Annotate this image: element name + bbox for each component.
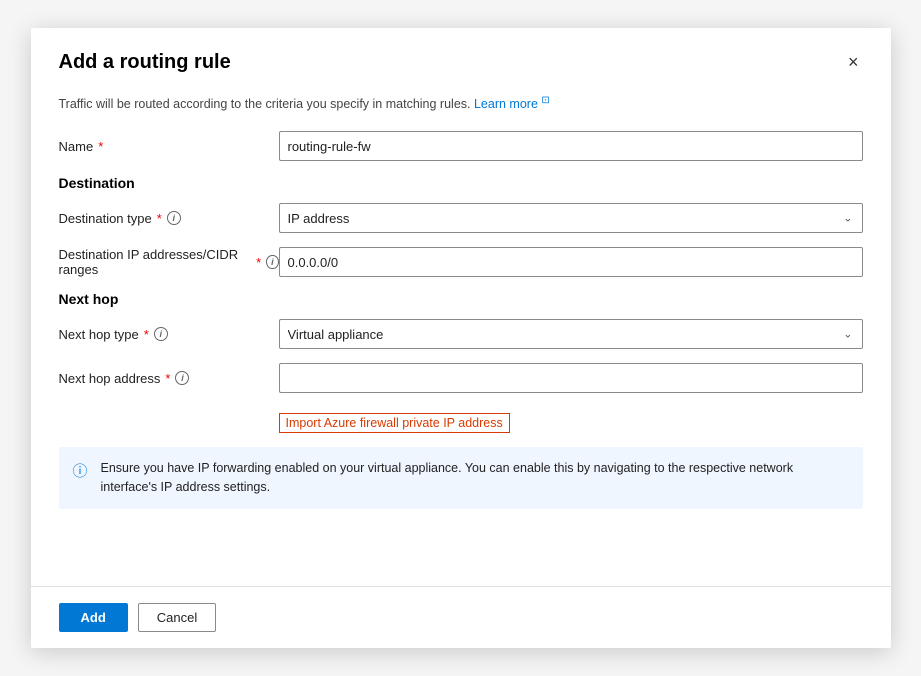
info-banner: ⓘ Ensure you have IP forwarding enabled … — [59, 447, 863, 509]
destination-ip-row: Destination IP addresses/CIDR ranges* i — [59, 247, 863, 277]
cancel-button[interactable]: Cancel — [138, 603, 216, 632]
dialog-header: Add a routing rule × — [31, 28, 891, 77]
next-hop-type-label: Next hop type* i — [59, 327, 279, 342]
destination-ip-input[interactable] — [279, 247, 863, 277]
close-button[interactable]: × — [844, 48, 863, 77]
next-hop-type-row: Next hop type* i Virtual appliance VNet … — [59, 319, 863, 349]
learn-more-link[interactable]: Learn more ⊡ — [474, 97, 550, 111]
destination-ip-label: Destination IP addresses/CIDR ranges* i — [59, 247, 279, 277]
destination-type-row: Destination type* i IP address Service T… — [59, 203, 863, 233]
next-hop-type-select[interactable]: Virtual appliance VNet gateway None VNet… — [279, 319, 863, 349]
add-button[interactable]: Add — [59, 603, 128, 632]
info-banner-text: Ensure you have IP forwarding enabled on… — [101, 459, 849, 497]
next-hop-address-label: Next hop address* i — [59, 371, 279, 386]
destination-type-select-wrapper: IP address Service Tag ⌄ — [279, 203, 863, 233]
destination-type-label: Destination type* i — [59, 211, 279, 226]
name-row: Name* — [59, 131, 863, 161]
dialog-footer: Add Cancel — [31, 586, 891, 648]
destination-section-title: Destination — [59, 175, 863, 191]
external-link-icon: ⊡ — [541, 95, 549, 106]
add-routing-rule-dialog: Add a routing rule × Traffic will be rou… — [31, 28, 891, 648]
next-hop-section-title: Next hop — [59, 291, 863, 307]
next-hop-address-row: Next hop address* i — [59, 363, 863, 393]
dialog-title: Add a routing rule — [59, 51, 231, 74]
name-input[interactable] — [279, 131, 863, 161]
info-text: Traffic will be routed according to the … — [59, 95, 863, 111]
destination-type-select[interactable]: IP address Service Tag — [279, 203, 863, 233]
next-hop-type-info-icon: i — [154, 327, 168, 341]
name-label: Name* — [59, 139, 279, 154]
next-hop-address-input[interactable] — [279, 363, 863, 393]
info-banner-icon: ⓘ — [73, 460, 91, 481]
destination-ip-info-icon: i — [266, 255, 278, 269]
import-azure-firewall-link[interactable]: Import Azure firewall private IP address — [279, 413, 510, 433]
destination-type-info-icon: i — [167, 211, 181, 225]
import-link-row: Import Azure firewall private IP address — [59, 407, 863, 433]
next-hop-type-select-wrapper: Virtual appliance VNet gateway None VNet… — [279, 319, 863, 349]
dialog-body: Traffic will be routed according to the … — [31, 77, 891, 586]
next-hop-address-info-icon: i — [175, 371, 189, 385]
